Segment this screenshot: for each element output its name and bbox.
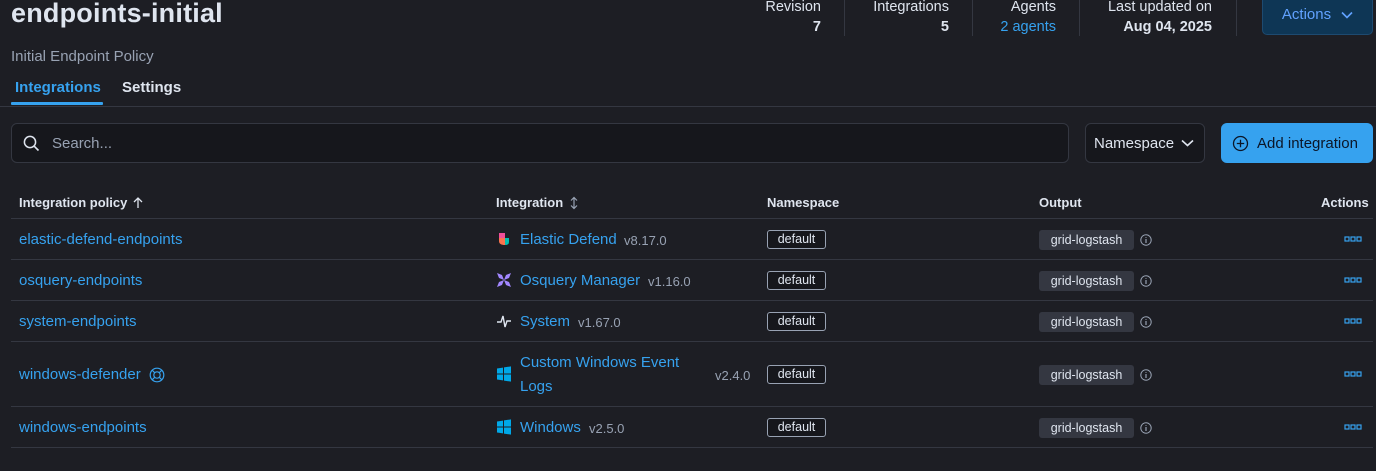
chevron-down-icon <box>1341 11 1353 19</box>
stat-revision: Revision 7 <box>765 0 821 37</box>
search-input[interactable] <box>50 133 954 153</box>
column-header-policy[interactable]: Integration policy <box>19 195 143 210</box>
integration-link[interactable]: Windows <box>520 419 581 436</box>
stat-divider <box>1079 0 1080 36</box>
actions-label: Actions <box>1281 6 1332 23</box>
info-icon[interactable] <box>1140 275 1152 287</box>
windows-icon <box>497 366 511 382</box>
policy-link[interactable]: system-endpoints <box>19 313 137 330</box>
integration-link[interactable]: Osquery Manager <box>520 272 640 289</box>
row-actions-icon[interactable] <box>1344 318 1362 324</box>
add-integration-label: Add integration <box>1257 134 1358 152</box>
column-header-integration[interactable]: Integration <box>496 195 579 210</box>
column-header-label: Integration <box>496 195 564 210</box>
stat-divider <box>844 0 845 36</box>
windows-icon <box>497 419 511 435</box>
stat-revision-label: Revision <box>765 0 821 15</box>
row-divider <box>11 259 1373 260</box>
namespace-badge: default <box>767 271 826 290</box>
integration-link-continued[interactable]: Logs <box>520 378 553 395</box>
row-actions-icon[interactable] <box>1344 424 1362 430</box>
plus-circle-icon <box>1232 135 1249 151</box>
stat-updated-value: Aug 04, 2025 <box>1123 19 1212 35</box>
namespace-filter-label: Namespace <box>1094 134 1175 152</box>
namespace-badge: default <box>767 230 826 249</box>
namespace-badge: default <box>767 365 826 384</box>
page-title: endpoints-initial <box>11 0 223 28</box>
search-icon <box>23 135 40 152</box>
add-integration-button[interactable]: Add integration <box>1221 123 1373 163</box>
column-header-actions: Actions <box>1321 195 1369 210</box>
shared-policy-icon <box>149 367 165 383</box>
agents-link[interactable]: 2 agents <box>1000 17 1056 37</box>
row-divider <box>11 447 1373 448</box>
info-icon[interactable] <box>1140 316 1152 328</box>
stat-last-updated: Last updated on Aug 04, 2025 <box>1108 0 1212 37</box>
row-actions-icon[interactable] <box>1344 236 1362 242</box>
namespace-badge: default <box>767 312 826 331</box>
osquery-icon <box>497 273 511 287</box>
stat-divider <box>1236 0 1237 36</box>
policy-link[interactable]: osquery-endpoints <box>19 272 142 289</box>
info-icon[interactable] <box>1140 422 1152 434</box>
stat-integrations: Integrations 5 <box>873 0 949 37</box>
namespace-filter[interactable]: Namespace <box>1085 123 1205 163</box>
info-icon[interactable] <box>1140 369 1152 381</box>
stat-agents: Agents 2 agents <box>1000 0 1056 37</box>
system-icon <box>497 315 511 328</box>
integration-link[interactable]: Custom Windows Event <box>520 354 679 371</box>
policy-link[interactable]: elastic-defend-endpoints <box>19 231 182 248</box>
output-badge: grid-logstash <box>1039 271 1134 291</box>
column-header-output: Output <box>1039 195 1082 210</box>
row-actions-icon[interactable] <box>1344 371 1362 377</box>
row-divider <box>11 300 1373 301</box>
tab-active-indicator <box>11 102 103 105</box>
actions-button[interactable]: Actions <box>1262 0 1373 35</box>
page-subtitle: Initial Endpoint Policy <box>11 48 154 65</box>
integration-version: v2.5.0 <box>589 421 625 436</box>
integration-link[interactable]: Elastic Defend <box>520 231 617 248</box>
stat-integrations-value: 5 <box>940 19 949 35</box>
chevron-down-icon <box>1181 139 1194 147</box>
column-header-namespace: Namespace <box>767 195 840 210</box>
integration-link[interactable]: System <box>520 313 570 330</box>
row-divider <box>11 406 1373 407</box>
stat-integrations-label: Integrations <box>873 0 949 15</box>
stat-revision-value: 7 <box>812 19 821 35</box>
info-icon[interactable] <box>1140 234 1152 246</box>
output-badge: grid-logstash <box>1039 365 1134 385</box>
row-actions-icon[interactable] <box>1344 277 1362 283</box>
policy-link[interactable]: windows-defender <box>19 366 141 383</box>
integration-version: v8.17.0 <box>624 233 667 248</box>
integration-version: v2.4.0 <box>715 368 751 383</box>
namespace-badge: default <box>767 418 826 437</box>
output-badge: grid-logstash <box>1039 312 1134 332</box>
output-badge: grid-logstash <box>1039 230 1134 250</box>
integration-version: v1.16.0 <box>648 274 691 289</box>
tabs-divider <box>0 106 1376 107</box>
stat-agents-label: Agents <box>1010 0 1056 15</box>
tab-settings[interactable]: Settings <box>122 79 181 96</box>
sort-icon <box>570 196 578 209</box>
search-box <box>11 123 1069 163</box>
stat-updated-label: Last updated on <box>1107 0 1212 15</box>
output-badge: grid-logstash <box>1039 418 1134 438</box>
row-divider <box>11 341 1373 342</box>
stat-divider <box>972 0 973 36</box>
policy-link[interactable]: windows-endpoints <box>19 419 147 436</box>
row-divider <box>11 218 1373 219</box>
sort-ascending-icon <box>133 196 143 208</box>
integration-version: v1.67.0 <box>578 315 621 330</box>
tab-integrations[interactable]: Integrations <box>15 79 101 96</box>
column-header-label: Integration policy <box>19 195 128 210</box>
elastic-defend-icon <box>499 233 509 245</box>
